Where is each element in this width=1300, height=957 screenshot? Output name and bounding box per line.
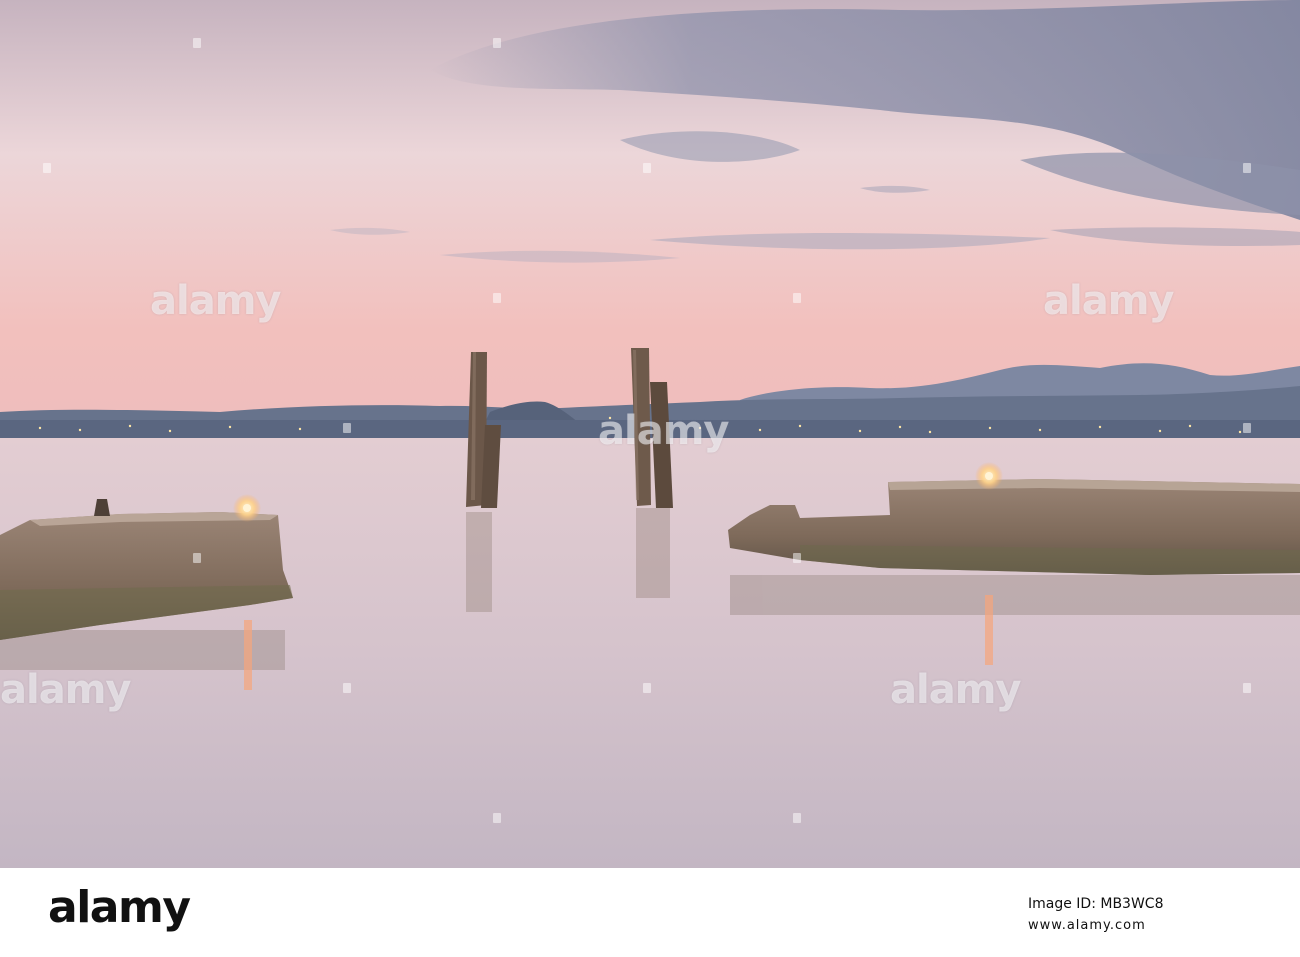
watermark-mark — [493, 813, 501, 823]
watermark-mark — [43, 163, 51, 173]
watermark-mark — [1243, 423, 1251, 433]
lake-photo — [0, 0, 1300, 868]
watermark-mark — [493, 293, 501, 303]
watermark-mark — [793, 293, 801, 303]
watermark-mark — [343, 683, 351, 693]
footer-bar — [0, 868, 1300, 957]
site-url: www.alamy.com — [1028, 918, 1146, 933]
watermark-mark — [193, 553, 201, 563]
watermark-mark — [643, 683, 651, 693]
watermark-mark — [793, 813, 801, 823]
watermark-mark — [1243, 163, 1251, 173]
image-id-label: Image ID: MB3WC8 — [1028, 896, 1164, 912]
watermark-mark — [643, 163, 651, 173]
watermark-mark — [793, 553, 801, 563]
watermark-mark — [343, 423, 351, 433]
watermark-mark — [193, 38, 201, 48]
watermark-mark — [1243, 683, 1251, 693]
brand-logo: alamy — [48, 882, 191, 933]
watermark-mark — [493, 38, 501, 48]
